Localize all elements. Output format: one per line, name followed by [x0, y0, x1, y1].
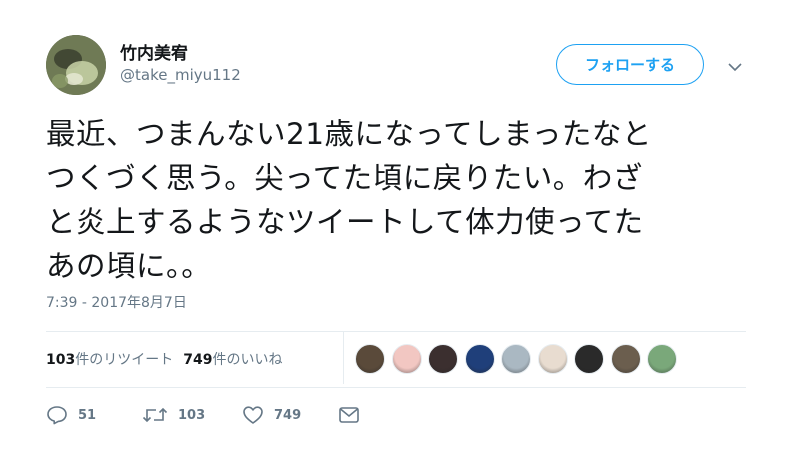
- heart-icon: [243, 406, 263, 424]
- tweet-text-line: あの頃に。。: [46, 249, 212, 283]
- tweet-text: 最近、つまんない21歳になってしまったなと つくづく思う。尖ってた頃に戻りたい。…: [46, 112, 746, 288]
- like-button[interactable]: 749: [242, 405, 338, 425]
- retweet-icon: [142, 407, 168, 423]
- liker-avatar[interactable]: [610, 344, 641, 374]
- liker-avatar[interactable]: [501, 344, 531, 374]
- stats-separator: [343, 332, 344, 384]
- liker-avatar[interactable]: [574, 344, 604, 374]
- tweet-text-line: つくづく思う。尖ってた頃に戻りたい。わざ: [46, 161, 643, 195]
- follow-button[interactable]: フォローする: [556, 44, 704, 85]
- tweet-stats: 103件のリツイート 749件のいいね: [46, 344, 292, 374]
- liker-avatar[interactable]: [391, 344, 422, 374]
- envelope-icon: [339, 407, 359, 423]
- retweet-button[interactable]: 103: [142, 405, 242, 425]
- tweet-card: 竹内美宥 @take_miyu112 フォローする 最近、つまんない21歳になっ…: [0, 0, 793, 461]
- chevron-down-icon[interactable]: [726, 58, 744, 76]
- direct-message-button[interactable]: [338, 406, 360, 424]
- avatar-image: [46, 35, 106, 95]
- liker-avatar[interactable]: [464, 344, 495, 374]
- reply-count: 51: [78, 407, 97, 423]
- tweet-text-line: と炎上するようなツイートして体力使ってた: [46, 205, 644, 239]
- display-name[interactable]: 竹内美宥: [120, 39, 188, 64]
- likes-count: 749: [183, 352, 213, 368]
- likes-stat[interactable]: 749件のいいね: [183, 349, 282, 369]
- retweets-label: 件のリツイート: [75, 352, 174, 368]
- reply-button[interactable]: 51: [46, 405, 142, 425]
- tweet-text-line: 最近、つまんない21歳になってしまったなと: [46, 117, 652, 151]
- user-handle[interactable]: @take_miyu112: [120, 66, 241, 84]
- user-avatar[interactable]: [46, 35, 106, 95]
- liker-avatar[interactable]: [428, 344, 458, 374]
- retweets-stat[interactable]: 103件のリツイート: [46, 349, 173, 369]
- tweet-actions: 51 103 749: [46, 402, 360, 428]
- retweets-count: 103: [46, 352, 76, 368]
- divider: [46, 331, 746, 332]
- liker-avatar[interactable]: [537, 344, 568, 374]
- tweet-timestamp[interactable]: 7:39 - 2017年8月7日: [46, 292, 187, 312]
- retweet-count: 103: [178, 407, 206, 423]
- reply-icon: [47, 406, 67, 425]
- liker-avatars: [355, 344, 684, 374]
- like-count: 749: [274, 407, 302, 423]
- divider: [46, 387, 746, 388]
- likes-label: 件のいいね: [212, 352, 283, 368]
- liker-avatar[interactable]: [355, 344, 385, 374]
- liker-avatar[interactable]: [647, 344, 677, 374]
